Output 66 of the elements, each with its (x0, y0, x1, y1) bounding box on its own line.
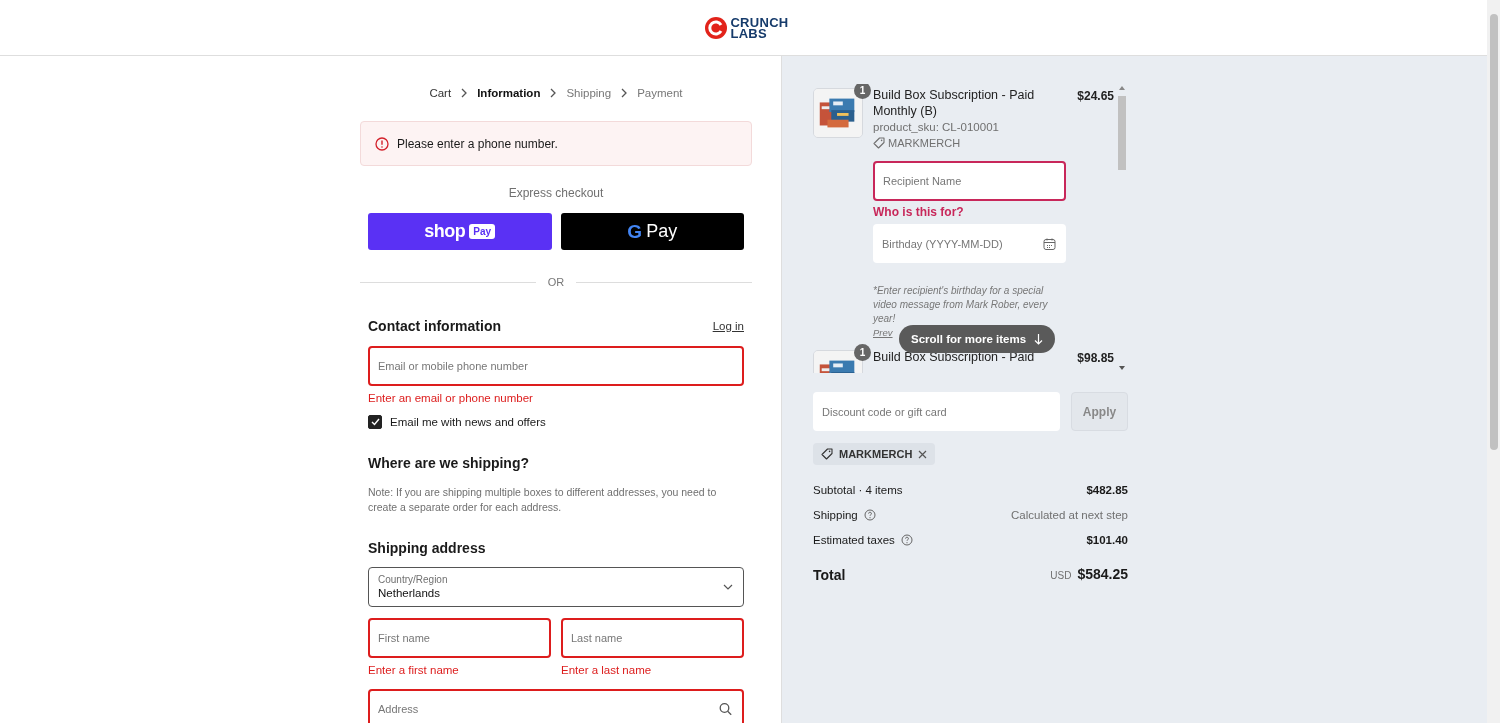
checkbox-label: Email me with news and offers (390, 416, 546, 428)
discount-code: MARKMERCH (839, 448, 913, 460)
country-select[interactable]: Country/Region Netherlands (368, 567, 744, 607)
alert-icon (375, 136, 389, 151)
scrollbar-thumb[interactable] (1118, 96, 1126, 170)
checkbox[interactable] (368, 415, 382, 429)
preview-link[interactable]: Prev (873, 326, 893, 340)
chevron-icon (549, 88, 558, 98)
summary-label: Shipping (813, 508, 858, 523)
shop-pay-button[interactable]: shop Pay (368, 213, 552, 250)
note-text: Note: If you are shipping multiple boxes to different addresses, you need to create a separate order for each address. (368, 485, 718, 515)
field-value: Netherlands (378, 585, 440, 601)
recipient-field[interactable]: Recipient Name (873, 161, 1066, 201)
error-text: Enter an email or phone number (368, 391, 534, 406)
total-amount: $584.25 (1077, 565, 1128, 584)
discount-label: MARKMERCH (888, 136, 961, 151)
currency-code: USD (1050, 569, 1072, 583)
quantity-badge: 1 (854, 344, 871, 361)
field-label: Country/Region (378, 573, 448, 586)
email-field[interactable]: Email or mobile phone number (368, 346, 744, 386)
calendar-icon[interactable] (1043, 237, 1056, 250)
search-icon (719, 702, 732, 716)
help-icon[interactable] (900, 534, 913, 546)
tag-icon (821, 448, 833, 460)
summary-value: $482.85 (1086, 483, 1128, 498)
item-price: $98.85 (1076, 350, 1114, 367)
chevron-icon (460, 88, 469, 98)
total-label: Total (813, 566, 846, 585)
input-field[interactable]: Last name (561, 618, 744, 658)
tag-icon (873, 137, 885, 149)
divider-label: OR (547, 275, 565, 290)
scroll-down-icon[interactable] (1119, 366, 1125, 370)
section-heading: Where are we shipping? (368, 454, 530, 473)
summary-label: Estimated taxes (813, 533, 895, 548)
close-icon[interactable] (918, 449, 928, 459)
error-text: Enter a last name (561, 663, 653, 678)
login-link[interactable]: Log in (712, 320, 744, 332)
breadcrumb-link[interactable]: Payment (637, 84, 683, 102)
section-heading: Contact information (368, 317, 501, 336)
page-scrollbar-thumb[interactable] (1490, 14, 1498, 450)
breadcrumb-link[interactable]: Information (477, 84, 541, 102)
scroll-up-icon[interactable] (1119, 86, 1125, 90)
google-pay-button[interactable]: G Pay (560, 213, 744, 250)
chevron-down-icon (723, 584, 733, 590)
field-hint: Who is this for? (873, 204, 965, 220)
scroll-hint-button[interactable]: Scroll for more items (899, 325, 1056, 353)
help-icon[interactable] (863, 509, 876, 521)
summary-label: Subtotal · 4 items (813, 483, 903, 498)
error-text: Enter a first name (368, 663, 460, 678)
quantity-badge: 1 (854, 84, 871, 99)
chevron-icon (620, 88, 629, 98)
section-label: Express checkout (507, 185, 605, 201)
product-sku: product_sku: CL-010001 (873, 120, 1000, 135)
arrow-down-icon (1034, 333, 1044, 345)
section-heading: Shipping address (368, 539, 486, 558)
logo[interactable]: CRUNCH LABS (698, 15, 789, 40)
note-text: *Enter recipient's birthday for a special video message from Mark Rober, every year! (873, 284, 1049, 326)
summary-value: $101.40 (1086, 533, 1128, 548)
breadcrumb-link[interactable]: Cart (429, 84, 452, 102)
summary-value: Calculated at next step (1011, 508, 1128, 523)
input-field[interactable]: First name (368, 618, 551, 658)
item-price: $24.65 (1076, 88, 1114, 105)
breadcrumb-link[interactable]: Shipping (566, 84, 612, 102)
address-field[interactable]: Address (368, 689, 744, 723)
product-title: Build Box Subscription - Paid Monthly (B) (873, 87, 1036, 119)
error-message: Please enter a phone number. (397, 136, 558, 151)
